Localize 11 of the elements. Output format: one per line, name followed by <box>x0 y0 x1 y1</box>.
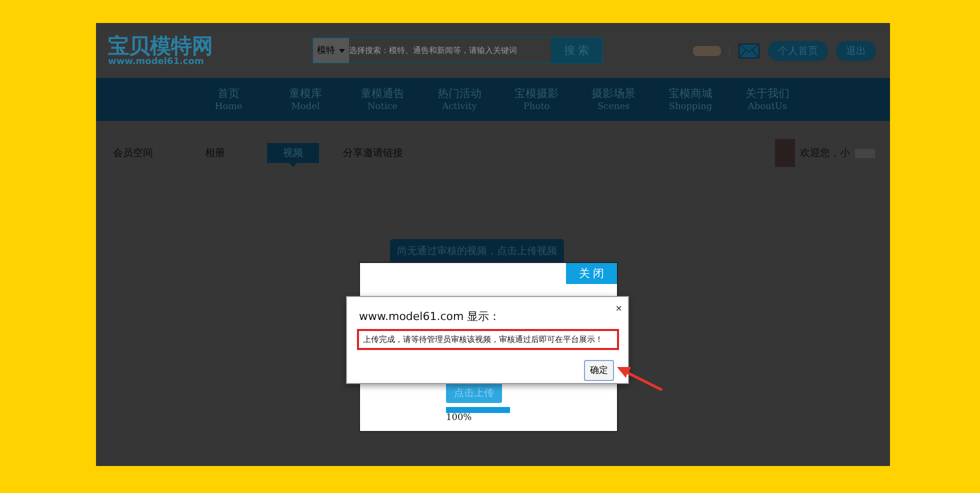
logo[interactable]: 宝贝模特网 www.model61.com <box>108 34 218 66</box>
upload-button[interactable]: 点击上传 <box>446 383 502 403</box>
mail-icon[interactable] <box>738 42 760 58</box>
category-dropdown[interactable]: 模特 <box>313 38 349 63</box>
alert-message: 上传完成，请等待管理员审核该视频，审核通过后即可在平台展示！ <box>357 329 619 350</box>
alert-title: www.model61.com 显示： <box>359 309 500 324</box>
progress-reading: 100% <box>446 413 472 423</box>
close-button[interactable]: 关 闭 <box>566 263 617 284</box>
caret-icon <box>339 48 345 52</box>
ok-button[interactable]: 确定 <box>584 360 614 381</box>
blurred-username <box>693 46 721 56</box>
